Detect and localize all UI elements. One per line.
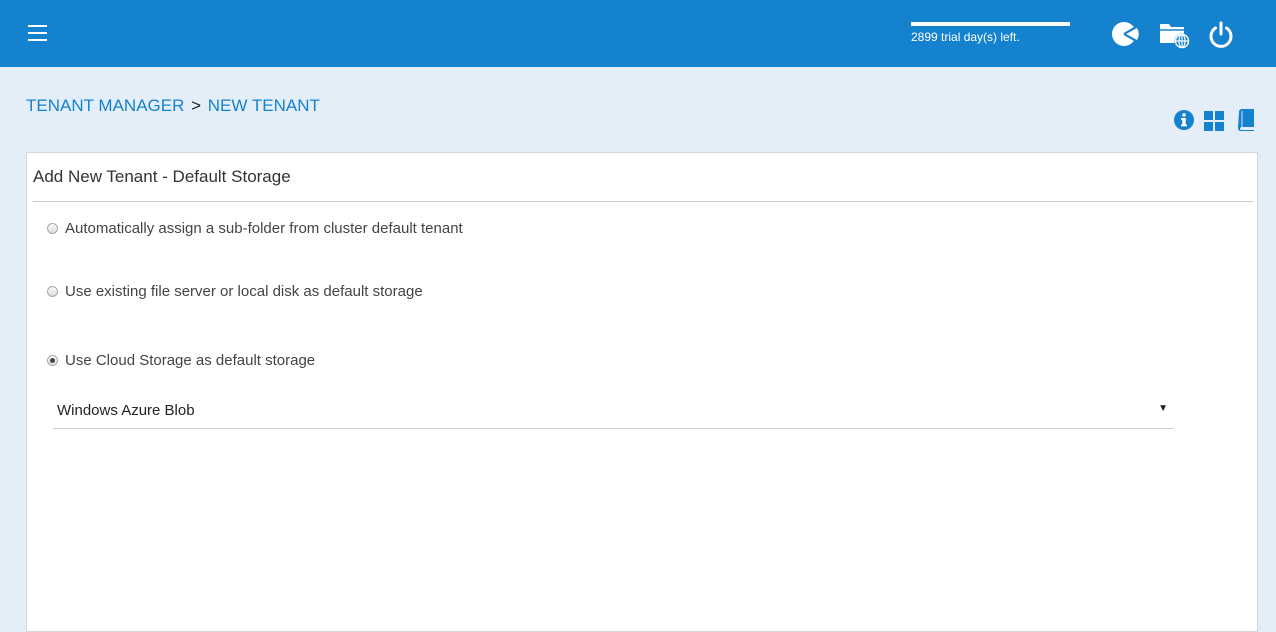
radio-auto-subfolder[interactable] xyxy=(47,223,58,234)
panel-title: Add New Tenant - Default Storage xyxy=(33,167,291,186)
breadcrumb-tenant-manager[interactable]: TENANT MANAGER xyxy=(26,96,184,115)
option-file-server-label: Use existing file server or local disk a… xyxy=(65,283,423,300)
hamburger-menu-icon[interactable] xyxy=(28,25,47,41)
breadcrumb: TENANT MANAGER > NEW TENANT xyxy=(26,96,320,116)
trial-progress-bar xyxy=(911,22,1070,26)
trial-progress-fill xyxy=(911,22,1070,26)
top-bar: 2899 trial day(s) left. xyxy=(0,0,1276,67)
book-icon[interactable] xyxy=(1235,108,1257,132)
cloud-storage-select[interactable]: Windows Azure Blob ▼ xyxy=(53,393,1174,429)
breadcrumb-separator: > xyxy=(191,96,202,115)
power-icon[interactable] xyxy=(1206,19,1236,49)
option-cloud-storage-label: Use Cloud Storage as default storage xyxy=(65,352,316,369)
option-auto-subfolder[interactable]: Automatically assign a sub-folder from c… xyxy=(47,220,463,237)
cloud-storage-select-value: Windows Azure Blob xyxy=(57,402,195,419)
option-auto-subfolder-label: Automatically assign a sub-folder from c… xyxy=(65,220,463,237)
default-storage-panel: Add New Tenant - Default Storage Automat… xyxy=(26,152,1258,632)
radio-cloud-storage[interactable] xyxy=(47,355,58,366)
dashboard-pie-icon[interactable] xyxy=(1110,19,1140,49)
grid-view-icon[interactable] xyxy=(1203,108,1225,132)
folder-globe-icon[interactable] xyxy=(1158,19,1190,49)
option-cloud-storage[interactable]: Use Cloud Storage as default storage xyxy=(47,352,315,369)
trial-status: 2899 trial day(s) left. xyxy=(911,22,1070,44)
trial-days-text: 2899 trial day(s) left. xyxy=(911,30,1020,44)
panel-divider xyxy=(33,201,1253,202)
info-icon[interactable] xyxy=(1173,108,1195,132)
breadcrumb-new-tenant[interactable]: NEW TENANT xyxy=(208,96,320,115)
option-file-server[interactable]: Use existing file server or local disk a… xyxy=(47,283,423,300)
radio-file-server[interactable] xyxy=(47,286,58,297)
dropdown-arrow-icon: ▼ xyxy=(1158,403,1168,414)
